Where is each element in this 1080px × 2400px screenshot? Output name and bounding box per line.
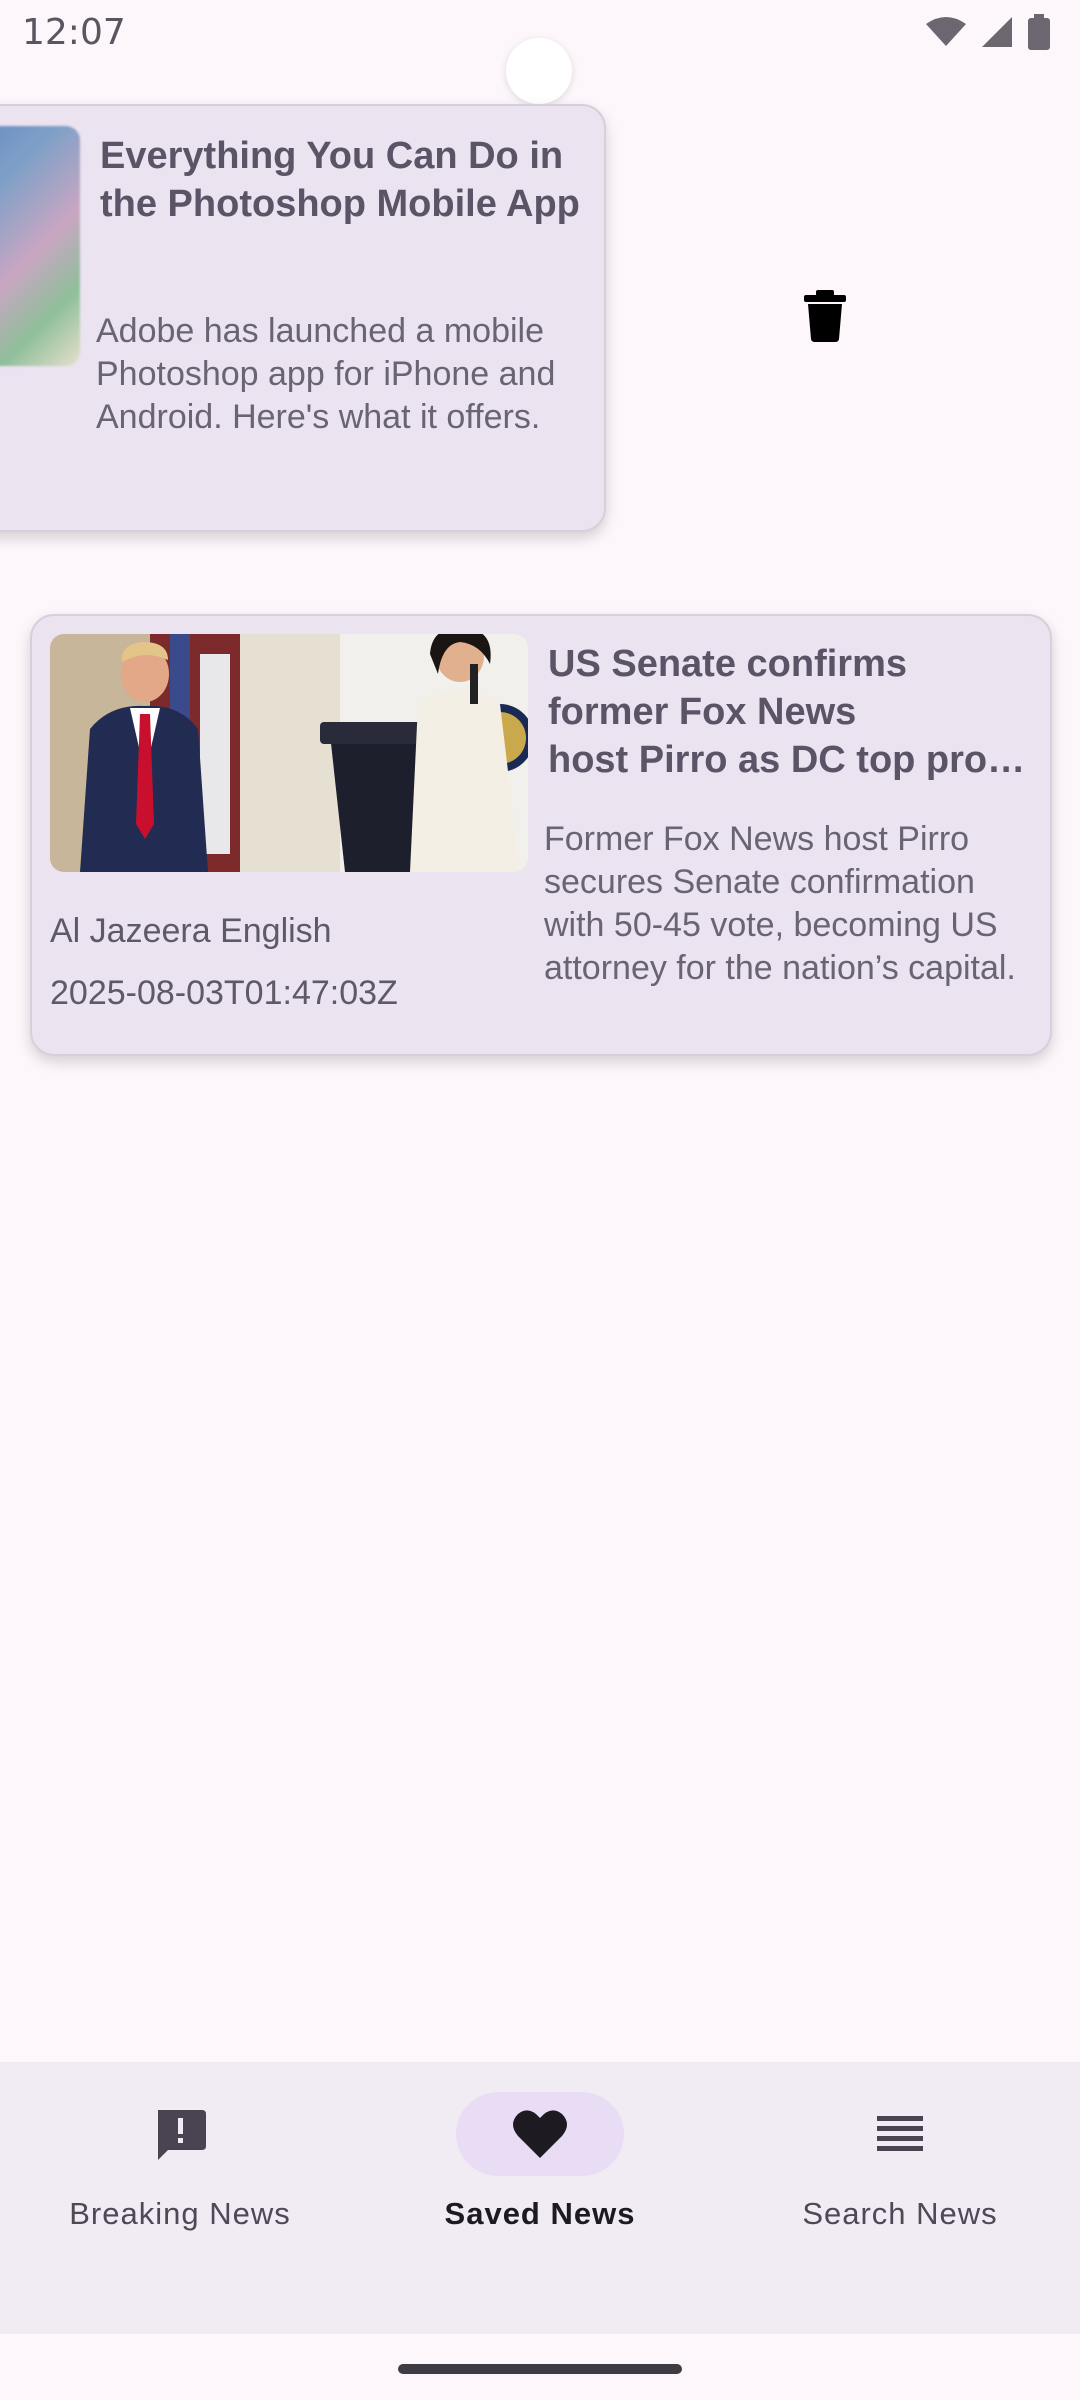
gesture-navigation-bar[interactable] bbox=[398, 2364, 682, 2374]
news-photo bbox=[50, 634, 528, 872]
nav-label: Search News bbox=[802, 2196, 998, 2231]
nav-item-breaking-news[interactable]: Breaking News bbox=[30, 2092, 330, 2232]
article-card-pirro[interactable]: US Senate confirms former Fox News host … bbox=[30, 614, 1052, 1056]
heart-icon bbox=[513, 2110, 567, 2158]
article-card-photoshop[interactable]: Everything You Can Do in the Photoshop M… bbox=[0, 104, 606, 532]
bottom-navigation: Breaking News Saved News Search News bbox=[0, 2062, 1080, 2334]
nav-icon-container bbox=[816, 2092, 984, 2176]
article-title: US Senate confirms former Fox News host … bbox=[548, 640, 1038, 784]
signal-icon bbox=[982, 17, 1012, 47]
nav-item-saved-news[interactable]: Saved News bbox=[390, 2092, 690, 2232]
nav-item-search-news[interactable]: Search News bbox=[750, 2092, 1050, 2232]
alert-message-icon bbox=[158, 2110, 206, 2160]
list-icon bbox=[877, 2116, 923, 2151]
article-thumbnail bbox=[0, 126, 80, 366]
nav-icon-container bbox=[96, 2092, 264, 2176]
article-title-line: US Senate confirms bbox=[548, 643, 907, 685]
battery-icon bbox=[1028, 14, 1050, 50]
touch-indicator bbox=[506, 38, 572, 104]
wifi-icon bbox=[926, 17, 966, 46]
article-source: Al Jazeera English bbox=[50, 912, 332, 950]
article-title-line: host Pirro as DC top pro… bbox=[548, 739, 1026, 781]
article-title: Everything You Can Do in the Photoshop M… bbox=[100, 135, 580, 225]
status-icons bbox=[926, 14, 1050, 50]
article-thumbnail bbox=[50, 634, 528, 872]
nav-label: Saved News bbox=[444, 2196, 636, 2231]
status-time: 12:07 bbox=[22, 12, 126, 53]
nav-icon-container bbox=[456, 2092, 624, 2176]
article-description: Former Fox News host Pirro secures Senat… bbox=[544, 820, 1016, 987]
article-description: Adobe has launched a mobile Photoshop ap… bbox=[96, 312, 556, 436]
article-title-line: former Fox News bbox=[548, 691, 857, 733]
nav-label: Breaking News bbox=[69, 2196, 291, 2231]
trash-icon[interactable] bbox=[802, 290, 848, 342]
article-date: 2025-08-03T01:47:03Z bbox=[50, 974, 398, 1012]
